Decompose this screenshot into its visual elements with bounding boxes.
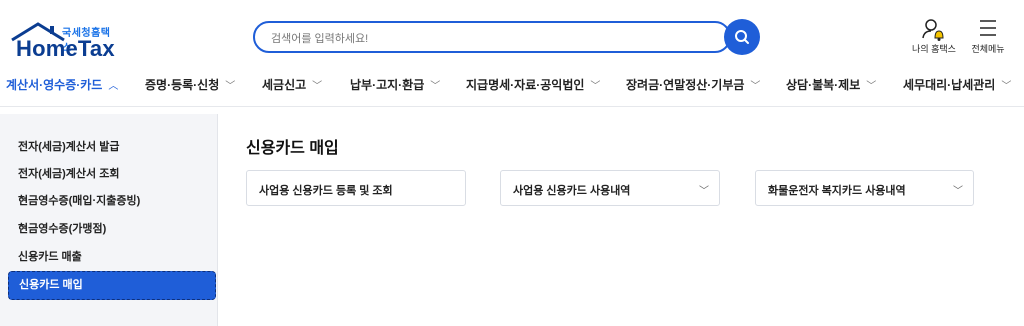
sidebar-item-credit-card-purchase[interactable]: 신용카드 매입 [8,271,216,300]
card-business-card-register[interactable]: 사업용 신용카드 등록 및 조회 [246,170,466,206]
chevron-down-icon: ﹀ [953,186,963,197]
logo-title: HomeTax [16,36,115,61]
chevron-down-icon: ﹀ [866,81,877,92]
sidebar: 전자(세금)계산서 발급 전자(세금)계산서 조회 현금영수증(매입·지출증빙)… [0,114,218,326]
my-hometax-label: 나의 홈택스 [912,44,956,54]
nav-item-incentives[interactable]: 장려금·연말정산·기부금 ﹀ [626,70,760,106]
sidebar-item-label: 현금영수증(가맹점) [18,223,107,235]
nav-item-label: 계산서·영수증·카드 [6,78,103,92]
hometax-logo[interactable]: 국세청홈택스 HomeTax [6,14,116,61]
card-label: 사업용 신용카드 사용내역 [513,185,631,197]
sidebar-item-label: 신용카드 매출 [18,251,82,263]
chevron-down-icon: ﹀ [1001,81,1012,92]
hamburger-menu-icon [980,20,996,36]
my-hometax-button[interactable]: 나의 홈택스 [904,16,964,55]
page-title: 신용카드 매입 [246,140,339,157]
sidebar-item-label: 현금영수증(매입·지출증빙) [18,195,141,207]
chevron-down-icon: ﹀ [430,81,441,92]
all-menu-button[interactable]: 전체메뉴 [958,16,1018,55]
nav-item-label: 상담·불복·제보 [786,78,861,92]
chevron-down-icon: ﹀ [225,81,236,92]
nav-item-payment[interactable]: 납부·고지·환급 ﹀ [350,70,440,106]
all-menu-label: 전체메뉴 [971,44,1005,54]
nav-item-label: 납부·고지·환급 [350,78,425,92]
nav-item-label: 세무대리·납세관리 [903,78,996,92]
nav-item-consultation[interactable]: 상담·불복·제보 ﹀ [786,70,876,106]
nav-item-label: 지급명세·자료·공익법인 [466,78,585,92]
search-button[interactable] [724,19,760,55]
chevron-down-icon: ﹀ [312,81,323,92]
search-icon [735,30,749,44]
nav-item-label: 세금신고 [262,78,307,92]
sidebar-item-cash-receipt-purchase[interactable]: 현금영수증(매입·지출증빙) [8,188,214,214]
sidebar-item-cash-receipt-merchant[interactable]: 현금영수증(가맹점) [8,216,214,242]
user-bell-icon [922,19,944,41]
sidebar-item-label: 전자(세금)계산서 조회 [18,168,120,180]
sidebar-item-credit-card-sales[interactable]: 신용카드 매출 [8,244,214,270]
card-label: 사업용 신용카드 등록 및 조회 [259,185,393,197]
nav-item-label: 장려금·연말정산·기부금 [626,78,745,92]
nav-item-receipts-cards[interactable]: 계산서·영수증·카드 ︿ [6,70,118,106]
sidebar-item-e-invoice-issue[interactable]: 전자(세금)계산서 발급 [8,134,214,160]
search-input[interactable] [269,29,693,49]
nav-item-certificates[interactable]: 증명·등록·신청 ﹀ [145,70,235,106]
sidebar-item-label: 전자(세금)계산서 발급 [18,141,120,153]
card-truck-driver-welfare-card[interactable]: 화물운전자 복지카드 사용내역 ﹀ [755,170,974,206]
sidebar-item-label: 신용카드 매입 [19,279,83,291]
search-box [253,21,731,53]
chevron-down-icon: ﹀ [750,81,761,92]
nav-item-tax-filing[interactable]: 세금신고 ﹀ [262,70,322,106]
main-nav: 계산서·영수증·카드 ︿ 증명·등록·신청 ﹀ 세금신고 ﹀ 납부·고지·환급 ﹀ 지급… [0,70,1024,107]
nav-item-label: 증명·등록·신청 [145,78,220,92]
chevron-up-icon: ︿ [108,81,119,92]
nav-item-tax-agent[interactable]: 세무대리·납세관리 ﹀ [903,70,1011,106]
card-business-card-usage[interactable]: 사업용 신용카드 사용내역 ﹀ [500,170,720,206]
sidebar-item-e-invoice-search[interactable]: 전자(세금)계산서 조회 [8,161,214,187]
chevron-down-icon: ﹀ [699,186,709,197]
chevron-down-icon: ﹀ [590,81,601,92]
header: 국세청홈택스 HomeTax 나의 홈택스 전체메뉴 [0,0,1024,70]
nav-item-statements[interactable]: 지급명세·자료·공익법인 ﹀ [466,70,600,106]
card-label: 화물운전자 복지카드 사용내역 [768,185,906,197]
